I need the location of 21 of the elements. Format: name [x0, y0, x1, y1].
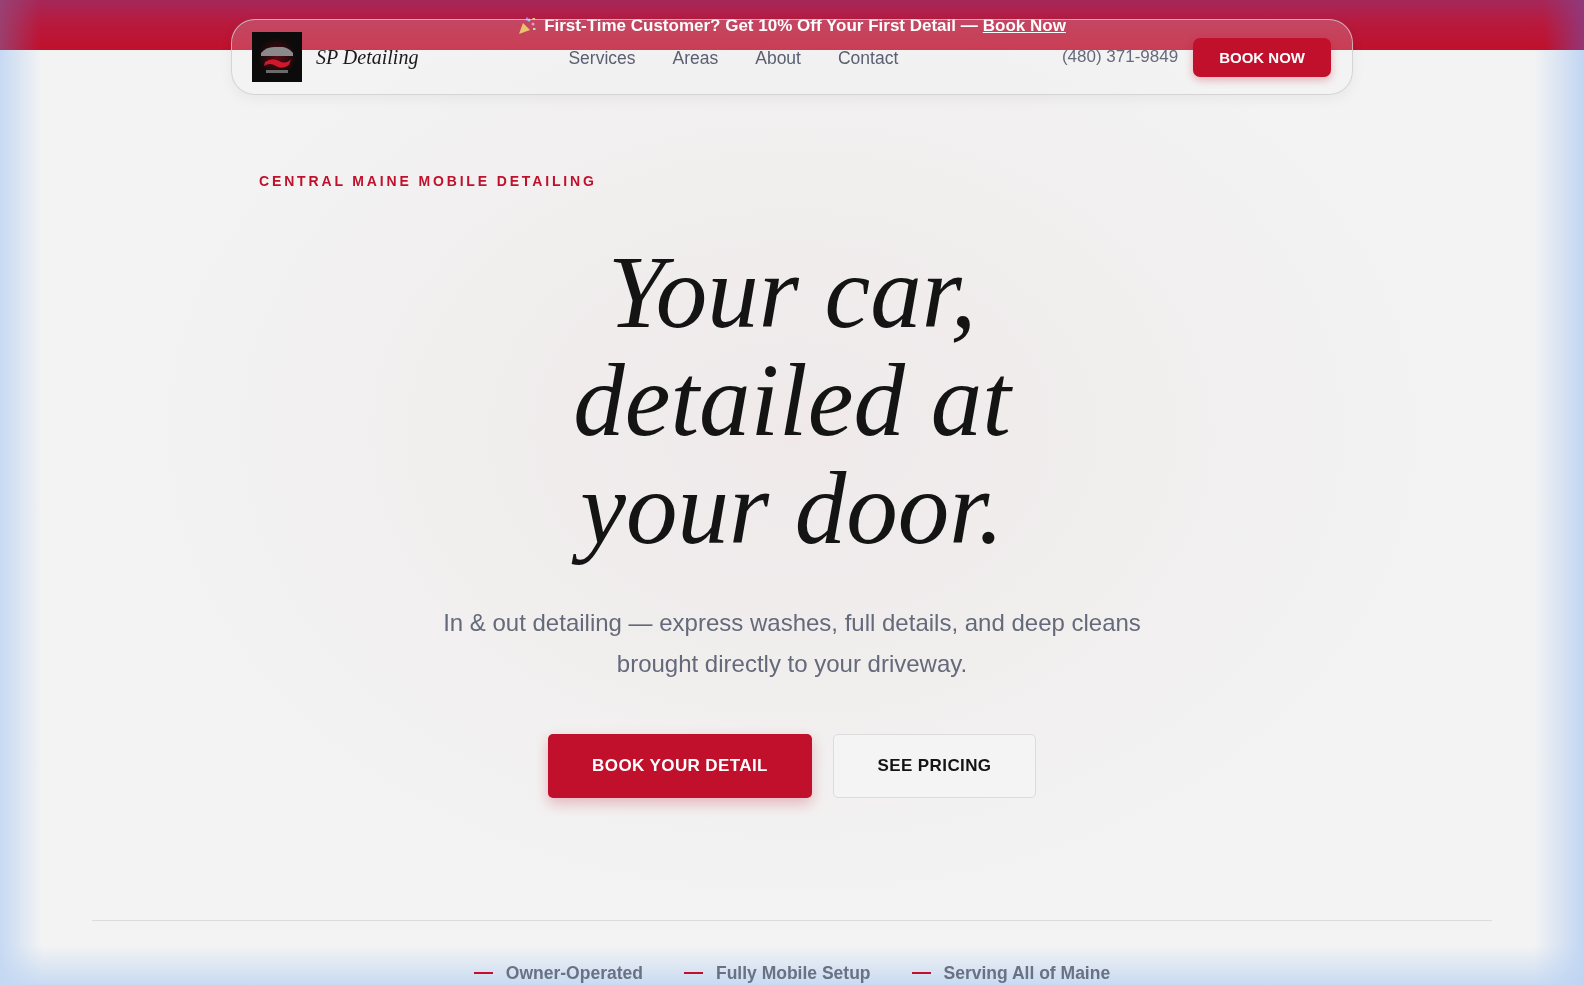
- feature-label: Fully Mobile Setup: [715, 963, 871, 983]
- brand-name[interactable]: SP Detailing: [316, 45, 419, 69]
- feature-label: Owner-Operated: [505, 963, 643, 983]
- nav-link[interactable]: About: [755, 48, 801, 69]
- phone-number[interactable]: (480) 371-9849: [1061, 47, 1179, 67]
- hero-subtitle: In & out detailing — express washes, full details, and deep cleans brought directly to your driveway.: [442, 608, 1142, 679]
- see-pricing-button[interactable]: SEE PRICING: [833, 734, 1036, 798]
- nav-link[interactable]: Areas: [672, 48, 719, 69]
- nav-link[interactable]: Contact: [837, 48, 899, 69]
- book-now-link[interactable]: Book Now: [982, 16, 1066, 35]
- feature-label: Serving All of Maine: [943, 963, 1111, 983]
- book-detail-button[interactable]: BOOK YOUR DETAIL: [548, 734, 812, 798]
- dash-icon: [473, 972, 493, 974]
- nav-link[interactable]: Services: [568, 48, 636, 69]
- logo-icon: [252, 32, 302, 82]
- dash-icon: [683, 972, 703, 974]
- book-now-button[interactable]: BOOK NOW: [1193, 37, 1331, 77]
- party-popper-icon: [518, 17, 537, 35]
- promo-text: First-Time Customer? Get 10% Off Your First Detail — Book Now: [544, 16, 1066, 36]
- dash-icon: [911, 972, 931, 974]
- eyebrow-text: CENTRAL MAINE MOBILE DETAILING: [259, 172, 597, 190]
